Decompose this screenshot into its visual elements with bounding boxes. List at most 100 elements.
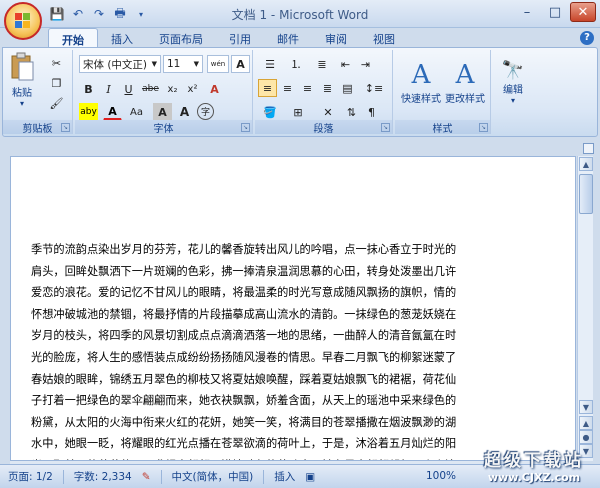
- document-line[interactable]: 岁月的枝头，将四季的风景切割成点点滴滴洒落一地的思绪，一曲醉人的清音氤氲在时: [31, 325, 561, 347]
- chinese-layout-icon[interactable]: ✕: [316, 103, 340, 121]
- tab-page-layout[interactable]: 页面布局: [146, 28, 216, 48]
- chevron-down-icon: ▼: [193, 60, 199, 68]
- maximize-button[interactable]: □: [542, 2, 568, 22]
- minimize-button[interactable]: –: [514, 2, 540, 22]
- paragraph-launcher-icon[interactable]: ↘: [381, 123, 390, 132]
- decrease-indent-icon[interactable]: ⇤: [336, 55, 355, 73]
- office-button[interactable]: [4, 2, 42, 40]
- help-icon[interactable]: ?: [580, 31, 594, 45]
- clear-format-button[interactable]: A: [205, 80, 224, 98]
- document-page[interactable]: 季节的流韵点染出岁月的芬芳，花儿的馨香旋转出风儿的吟唱，点一抹心香立于时光的 肩头…: [10, 156, 576, 461]
- cut-icon[interactable]: ✂: [47, 54, 66, 72]
- char-border-button[interactable]: A: [231, 55, 250, 73]
- ribbon-tabs: 开始 插入 页面布局 引用 邮件 审阅 视图: [0, 28, 600, 48]
- ruler-area: [0, 139, 600, 156]
- styles-launcher-icon[interactable]: ↘: [479, 123, 488, 132]
- show-marks-icon[interactable]: ¶: [362, 103, 381, 121]
- shading-icon[interactable]: 🪣: [258, 103, 282, 121]
- insert-mode[interactable]: 插入: [274, 469, 295, 484]
- binoculars-icon: 🔭: [501, 59, 525, 81]
- page-count[interactable]: 页面: 1/2: [8, 469, 53, 484]
- document-line[interactable]: 肩头，回眸处飘洒下一片斑斓的色彩，拂一捧清泉温润思慕的心田，转身处泼墨出几许: [31, 261, 561, 283]
- document-line[interactable]: 子打着一把绿色的翠伞翩翩而来，她衣袂飘飘，娇羞含面，从天上的瑶池中采来绿色的: [31, 390, 561, 412]
- bold-button[interactable]: B: [79, 80, 98, 98]
- font-name-value: 宋体 (中文正): [83, 58, 148, 71]
- tab-view[interactable]: 视图: [360, 28, 408, 48]
- multilevel-list-icon[interactable]: ≣: [310, 55, 334, 73]
- superscript-button[interactable]: x²: [183, 80, 202, 98]
- font-launcher-icon[interactable]: ↘: [241, 123, 250, 132]
- line-spacing-icon[interactable]: ↕≡: [362, 79, 386, 97]
- watermark: 超级下载站 www.CJXZ.com: [470, 446, 598, 484]
- change-styles-button[interactable]: A 更改样式: [443, 52, 487, 112]
- zoom-level[interactable]: 100%: [426, 470, 456, 482]
- font-size-value: 11: [167, 58, 181, 70]
- grow-font-button[interactable]: A: [175, 103, 194, 121]
- window-controls: – □ ✕: [514, 2, 596, 22]
- proofing-icon[interactable]: ✎: [142, 471, 151, 483]
- enclose-char-button[interactable]: 字: [197, 103, 214, 120]
- document-line[interactable]: 粉黛，从太阳的火海中衔来火红的花妍，她笑一笑，将满目的苍翠播撒在烟波飘渺的湖: [31, 412, 561, 434]
- language-indicator[interactable]: 中文(简体，中国): [172, 469, 254, 484]
- scroll-down-icon[interactable]: ▼: [579, 400, 593, 414]
- justify-icon[interactable]: ≣: [318, 79, 337, 97]
- browse-object-icon[interactable]: ●: [579, 430, 593, 444]
- font-size-combo[interactable]: 11 ▼: [163, 55, 203, 73]
- clipboard-launcher-icon[interactable]: ↘: [61, 123, 70, 132]
- format-painter-icon[interactable]: 🖌: [47, 94, 66, 112]
- tab-review[interactable]: 审阅: [312, 28, 360, 48]
- highlight-button[interactable]: aby: [79, 103, 98, 121]
- macro-icon[interactable]: ▣: [305, 471, 315, 483]
- prev-page-icon[interactable]: ▲: [579, 416, 593, 430]
- chevron-down-icon: ▼: [151, 60, 157, 68]
- document-line[interactable]: 季节的流韵点染出岁月的芬芳，花儿的馨香旋转出风儿的吟唱，点一抹心香立于时光的: [31, 239, 561, 261]
- paste-icon: [11, 52, 34, 81]
- font-name-combo[interactable]: 宋体 (中文正) ▼: [79, 55, 161, 73]
- word-count[interactable]: 字数: 2,334: [74, 469, 132, 484]
- borders-icon[interactable]: ⊞: [286, 103, 310, 121]
- view-ruler-icon[interactable]: [583, 143, 594, 154]
- change-styles-label: 更改样式: [445, 93, 485, 105]
- document-text[interactable]: 季节的流韵点染出岁月的芬芳，花儿的馨香旋转出风儿的吟唱，点一抹心香立于时光的 肩头…: [31, 239, 561, 460]
- scroll-up-icon[interactable]: ▲: [579, 157, 593, 171]
- paragraph-group: ☰ ⒈ ≣ ⇤ ⇥ ≡ ≡ ≡ ≣ ▤ ↕≡ 🪣 ⊞ ✕ ⇅ ¶ 段落 ↘: [255, 50, 393, 135]
- strikethrough-button[interactable]: abe: [141, 80, 160, 98]
- vertical-scrollbar[interactable]: ▲ ▼ ▲ ● ▼: [577, 156, 593, 461]
- font-color-button[interactable]: A: [103, 103, 122, 121]
- underline-button[interactable]: U: [119, 80, 138, 98]
- document-line[interactable]: 光的脸庞，将人生的感悟装点成纷纷扬扬随风漫卷的情思。早春二月飘飞的柳絮迷蒙了: [31, 347, 561, 369]
- tab-insert[interactable]: 插入: [98, 28, 146, 48]
- close-button[interactable]: ✕: [570, 2, 596, 22]
- document-line[interactable]: 春姑娘的眼眸，锦绣五月翠色的柳枝又将夏姑娘唤醒，踩着夏姑娘飘飞的裙裾，荷花仙: [31, 369, 561, 391]
- numbering-icon[interactable]: ⒈: [284, 55, 308, 73]
- quick-styles-button[interactable]: A 快速样式: [399, 52, 443, 112]
- char-shading-button[interactable]: A: [153, 103, 172, 121]
- document-line[interactable]: 爱恋的浪花。爱的记忆不甘风儿的眼睛，将最温柔的时光写意成随风飘扬的旗帜，情的: [31, 282, 561, 304]
- align-center-icon[interactable]: ≡: [278, 79, 297, 97]
- paragraph-group-label: 段落: [255, 120, 392, 135]
- bullets-icon[interactable]: ☰: [258, 55, 282, 73]
- tab-references[interactable]: 引用: [216, 28, 264, 48]
- distributed-icon[interactable]: ▤: [338, 79, 357, 97]
- change-case-button[interactable]: Aa: [127, 103, 146, 121]
- office-logo-icon: [15, 13, 31, 29]
- paste-button[interactable]: 粘贴 ▾: [7, 52, 37, 108]
- tab-mailings[interactable]: 邮件: [264, 28, 312, 48]
- font-group: 宋体 (中文正) ▼ 11 ▼ wén A B I U abe x₂ x² A ab…: [75, 50, 253, 135]
- tab-home[interactable]: 开始: [48, 28, 98, 48]
- align-left-icon[interactable]: ≡: [258, 79, 277, 97]
- sort-icon[interactable]: ⇅: [342, 103, 361, 121]
- document-line[interactable]: 怀想冲破城池的禁锢，将最抒情的片段描摹成高山流水的清韵。一抹绿色的葱茏妖娆在: [31, 304, 561, 326]
- subscript-button[interactable]: x₂: [163, 80, 182, 98]
- italic-button[interactable]: I: [99, 80, 118, 98]
- align-right-icon[interactable]: ≡: [298, 79, 317, 97]
- styles-group-label: 样式: [395, 120, 490, 135]
- phonetic-guide-button[interactable]: wén: [207, 55, 229, 73]
- editing-button[interactable]: 🔭 编辑 ▾: [497, 52, 529, 112]
- ribbon: 粘贴 ▾ ✂ ❐ 🖌 剪贴板 ↘ 宋体 (中文正) ▼ 11 ▼ wén A B I…: [2, 47, 598, 137]
- increase-indent-icon[interactable]: ⇥: [356, 55, 375, 73]
- paste-label: 粘贴: [12, 88, 32, 99]
- clipboard-group: 粘贴 ▾ ✂ ❐ 🖌 剪贴板 ↘: [3, 50, 73, 135]
- scroll-thumb[interactable]: [579, 174, 593, 214]
- copy-icon[interactable]: ❐: [47, 74, 66, 92]
